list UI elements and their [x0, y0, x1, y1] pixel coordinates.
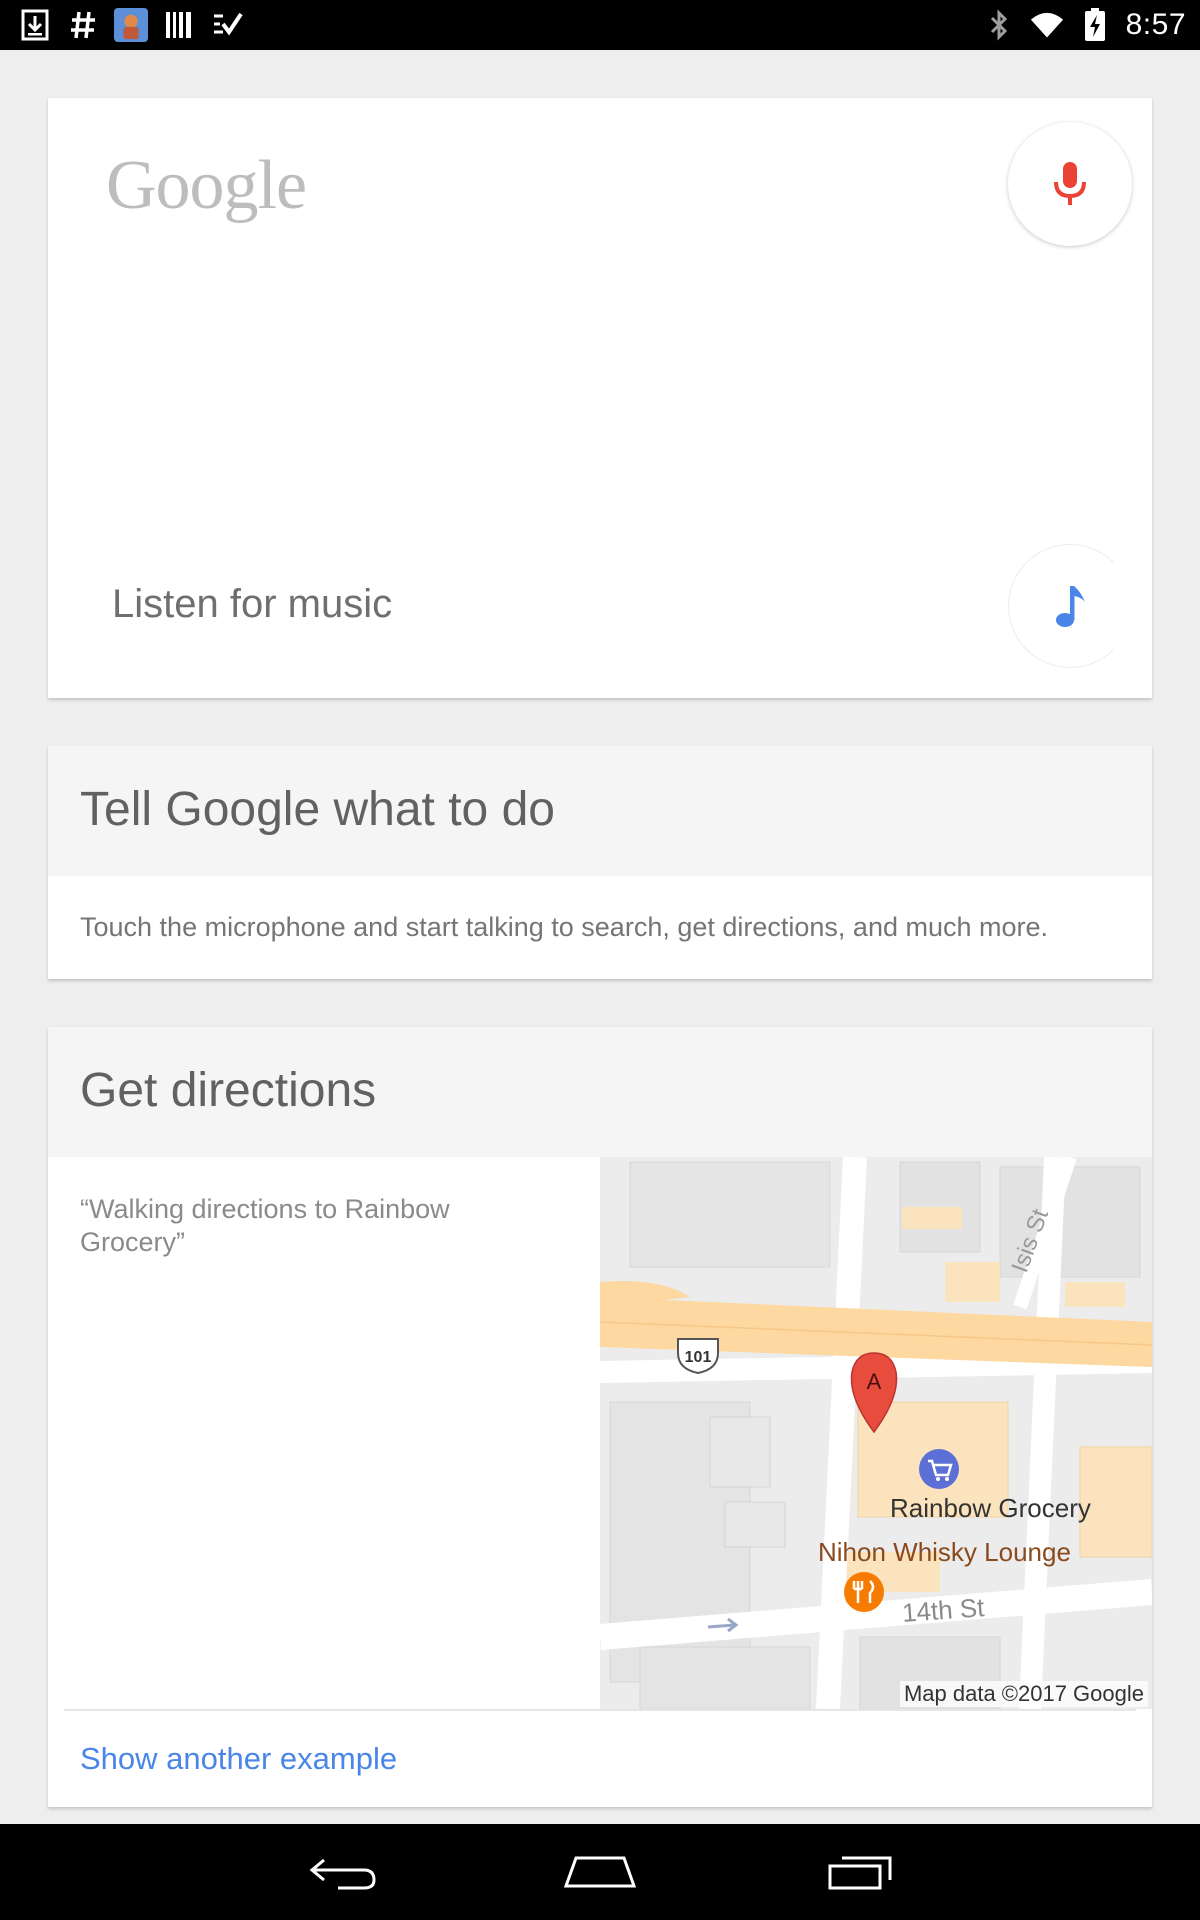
divider: [64, 1709, 1136, 1711]
listen-for-music-label[interactable]: Listen for music: [112, 582, 392, 627]
tasks-icon: [210, 8, 244, 42]
music-note-icon: [1056, 586, 1085, 627]
place-label: Nihon Whisky Lounge: [818, 1537, 1071, 1567]
wifi-icon: [1030, 8, 1064, 42]
recents-button[interactable]: [820, 1846, 900, 1898]
highway-shield-label: 101: [685, 1349, 712, 1366]
bluetooth-icon: [982, 8, 1016, 42]
home-button[interactable]: [560, 1846, 640, 1898]
microphone-button[interactable]: [1008, 122, 1132, 246]
example-query: “Walking directions to Rainbow Grocery”: [80, 1194, 450, 1257]
voice-search-card: Google Listen for music: [48, 98, 1152, 698]
map-graphic: A 101: [600, 1157, 1152, 1709]
card-header: Get directions: [48, 1027, 1152, 1157]
google-logo: Google: [106, 147, 307, 224]
hash-icon: [66, 8, 100, 42]
barcode-icon: [162, 8, 196, 42]
app-avatar-icon: [114, 8, 148, 42]
card-description: Touch the microphone and start talking t…: [80, 912, 1049, 942]
street-label: 14th St: [901, 1592, 986, 1628]
back-icon: [309, 1858, 376, 1890]
map-preview[interactable]: A 101 Isis St Rainbow Grocery Nihon Whis…: [600, 1157, 1152, 1709]
microphone-icon: [1054, 162, 1086, 205]
map-pin-label: A: [867, 1369, 882, 1394]
card-title: Tell Google what to do: [80, 783, 555, 836]
place-label: Rainbow Grocery: [890, 1493, 1091, 1523]
music-button[interactable]: [1008, 544, 1132, 668]
back-button[interactable]: [304, 1846, 384, 1898]
battery-charging-icon: [1078, 8, 1112, 42]
get-directions-card: Get directions “Walking directions to Ra…: [48, 1027, 1152, 1807]
card-title: Get directions: [80, 1064, 377, 1117]
download-icon: [18, 8, 52, 42]
clock: 8:57: [1125, 8, 1186, 41]
home-icon: [563, 1856, 637, 1888]
navigation-bar: [0, 1824, 1200, 1920]
map-attribution: Map data ©2017 Google: [899, 1681, 1148, 1707]
card-header: Tell Google what to do: [48, 746, 1152, 876]
recents-icon: [828, 1856, 892, 1890]
status-bar: 8:57: [0, 0, 1200, 50]
tell-google-card: Tell Google what to do Touch the microph…: [48, 746, 1152, 979]
show-another-example-link[interactable]: Show another example: [80, 1741, 397, 1777]
